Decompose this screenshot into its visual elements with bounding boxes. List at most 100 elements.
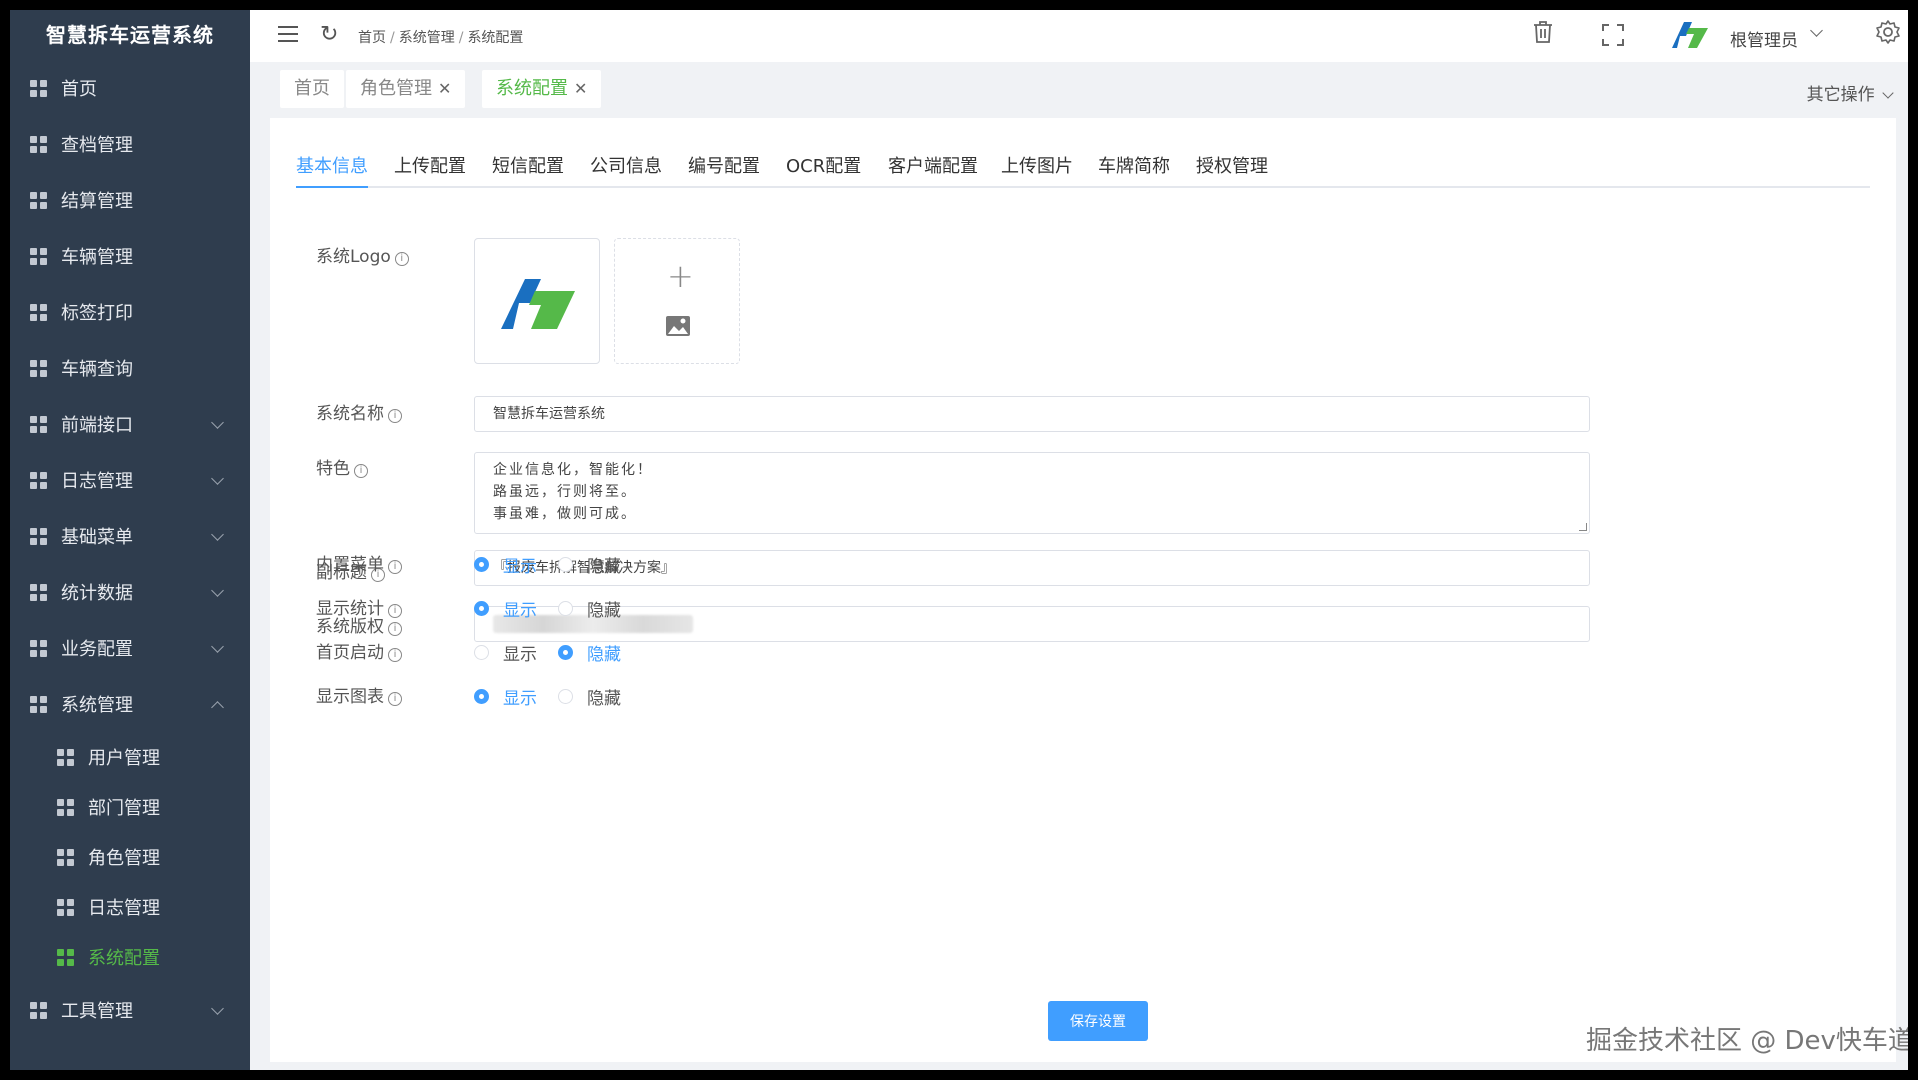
page-tab-home[interactable]: 首页 <box>280 70 344 108</box>
system-name-label: 系统名称 i <box>316 399 402 424</box>
logo-upload-button[interactable]: + <box>614 238 740 364</box>
chevron-down-icon <box>211 584 224 597</box>
grid-icon <box>30 135 47 153</box>
sidebar-item-label: 基础菜单 <box>61 527 133 548</box>
config-tab[interactable]: 上传配置 <box>394 152 466 178</box>
info-icon[interactable]: i <box>388 560 402 574</box>
chevron-down-icon <box>211 1002 224 1015</box>
feature-textarea[interactable]: 企业信息化，智能化！ 路虽远，行则将至。 事虽难，做则可成。 <box>474 452 1590 534</box>
sidebar-item[interactable]: 系统管理 <box>10 676 250 732</box>
breadcrumb-item[interactable]: 系统管理 <box>399 30 455 46</box>
grid-icon <box>30 303 47 321</box>
info-icon[interactable]: i <box>388 622 402 636</box>
subtitle-input[interactable]: 『报废车拆解智慧解决方案』 <box>474 550 1590 586</box>
breadcrumb-item: 系统配置 <box>467 30 524 46</box>
info-icon[interactable]: i <box>388 692 402 706</box>
sidebar-item[interactable]: 标签打印 <box>10 284 250 340</box>
system-name-input[interactable]: 智慧拆车运营系统 <box>474 396 1590 432</box>
sidebar-subitem[interactable]: 部门管理 <box>10 782 250 832</box>
sidebar-item-tools[interactable]: 工具管理 <box>10 982 250 1038</box>
config-tab[interactable]: 客户端配置 <box>888 152 978 178</box>
info-icon[interactable]: i <box>388 648 402 662</box>
config-tab[interactable]: OCR配置 <box>786 152 861 178</box>
sidebar-subitem-label: 系统配置 <box>88 948 160 969</box>
logo-preview[interactable] <box>474 238 600 364</box>
sidebar-item[interactable]: 结算管理 <box>10 172 250 228</box>
plus-icon: + <box>667 257 694 295</box>
show_chart-hide-radio[interactable]: 隐藏 <box>558 684 621 709</box>
config-tab[interactable]: 授权管理 <box>1196 152 1268 178</box>
grid-icon <box>30 191 47 209</box>
page-tab-config[interactable]: 系统配置 ✕ <box>482 70 602 108</box>
sidebar-item[interactable]: 车辆管理 <box>10 228 250 284</box>
sidebar-item[interactable]: 查档管理 <box>10 116 250 172</box>
config-panel: 基本信息 上传配置 短信配置 公司信息 编号配置 OCR配置 客户端配置 上传图片 车牌简称 授权… <box>270 118 1896 1062</box>
config-tab[interactable]: 编号配置 <box>688 152 760 178</box>
grid-icon <box>30 247 47 265</box>
info-icon[interactable]: i <box>394 252 409 266</box>
show_chart-show-radio[interactable]: 显示 <box>474 684 537 709</box>
breadcrumb-item[interactable]: 首页 <box>358 30 386 46</box>
sidebar-item[interactable]: 前端接口 <box>10 396 250 452</box>
close-icon[interactable]: ✕ <box>438 79 451 98</box>
sidebar-item-label: 查档管理 <box>61 135 133 156</box>
config-tab[interactable]: 上传图片 <box>1001 152 1073 178</box>
logo-image <box>501 279 575 329</box>
sidebar-item-label: 标签打印 <box>61 303 133 324</box>
sidebar-item-label: 车辆管理 <box>61 247 133 268</box>
config-tab[interactable]: 基本信息 <box>296 152 368 178</box>
grid-icon <box>57 748 74 766</box>
grid-icon <box>30 471 47 489</box>
fullscreen-icon[interactable] <box>1602 24 1624 46</box>
user-name[interactable]: 根管理员 <box>1730 26 1798 51</box>
sidebar-subitem[interactable]: 角色管理 <box>10 832 250 882</box>
config-tab[interactable]: 车牌简称 <box>1098 152 1170 178</box>
builtin_menu-show-radio[interactable]: 显示 <box>474 552 537 577</box>
page-tab-role[interactable]: 角色管理 ✕ <box>346 70 466 108</box>
builtin_menu-hide-radio[interactable]: 隐藏 <box>558 552 621 577</box>
watermark: 掘金技术社区 @ Dev快车道 <box>1586 1026 1908 1056</box>
sidebar-item-label: 前端接口 <box>61 415 133 436</box>
menu-toggle-icon[interactable] <box>278 26 298 44</box>
sidebar-subitem[interactable]: 用户管理 <box>10 732 250 782</box>
other-ops-dropdown[interactable]: 其它操作 <box>1807 80 1894 105</box>
resize-handle[interactable] <box>1579 523 1587 531</box>
gear-icon[interactable] <box>1875 19 1901 45</box>
sidebar-item[interactable]: 业务配置 <box>10 620 250 676</box>
sidebar-item[interactable]: 日志管理 <box>10 452 250 508</box>
sidebar-item[interactable]: 统计数据 <box>10 564 250 620</box>
sidebar-subitem[interactable]: 日志管理 <box>10 882 250 932</box>
sidebar-item[interactable]: 基础菜单 <box>10 508 250 564</box>
sidebar-item-label: 工具管理 <box>61 1001 133 1022</box>
info-icon[interactable]: i <box>354 464 368 478</box>
sidebar-item-label: 系统管理 <box>61 695 133 716</box>
chevron-down-icon[interactable] <box>1810 24 1823 37</box>
app-frame: 智慧拆车运营系统 首页 查档管理 结算管理 车辆管理 标签打印 车辆查询 前端接口 日志管理基… <box>10 10 1908 1070</box>
sidebar-item-label: 结算管理 <box>61 191 133 212</box>
show_stats-hide-radio[interactable]: 隐藏 <box>558 596 621 621</box>
sidebar-subitem-label: 日志管理 <box>88 898 160 919</box>
chevron-down-icon <box>211 416 224 429</box>
info-icon[interactable]: i <box>388 409 402 423</box>
info-icon[interactable]: i <box>388 604 402 618</box>
refresh-icon[interactable]: ↻ <box>320 22 338 47</box>
grid-icon <box>57 798 74 816</box>
sidebar-subitem[interactable]: 系统配置 <box>10 932 250 982</box>
copyright-input[interactable] <box>474 606 1590 642</box>
config-tab[interactable]: 短信配置 <box>492 152 564 178</box>
close-icon[interactable]: ✕ <box>574 79 587 98</box>
sidebar-item[interactable]: 首页 <box>10 60 250 116</box>
home_start-show-radio[interactable]: 显示 <box>474 640 537 665</box>
config-tab[interactable]: 公司信息 <box>590 152 662 178</box>
sidebar-item-label: 业务配置 <box>61 639 133 660</box>
trash-icon[interactable] <box>1532 20 1554 44</box>
sidebar-item[interactable]: 车辆查询 <box>10 340 250 396</box>
grid-icon <box>57 848 74 866</box>
sidebar-item-label: 日志管理 <box>61 471 133 492</box>
save-button[interactable]: 保存设置 <box>1048 1001 1148 1041</box>
show_stats-show-radio[interactable]: 显示 <box>474 596 537 621</box>
sidebar-subitem-label: 部门管理 <box>88 798 160 819</box>
home_start-hide-radio[interactable]: 隐藏 <box>558 640 621 665</box>
grid-icon <box>30 639 47 657</box>
sidebar-subitem-label: 角色管理 <box>88 848 160 869</box>
